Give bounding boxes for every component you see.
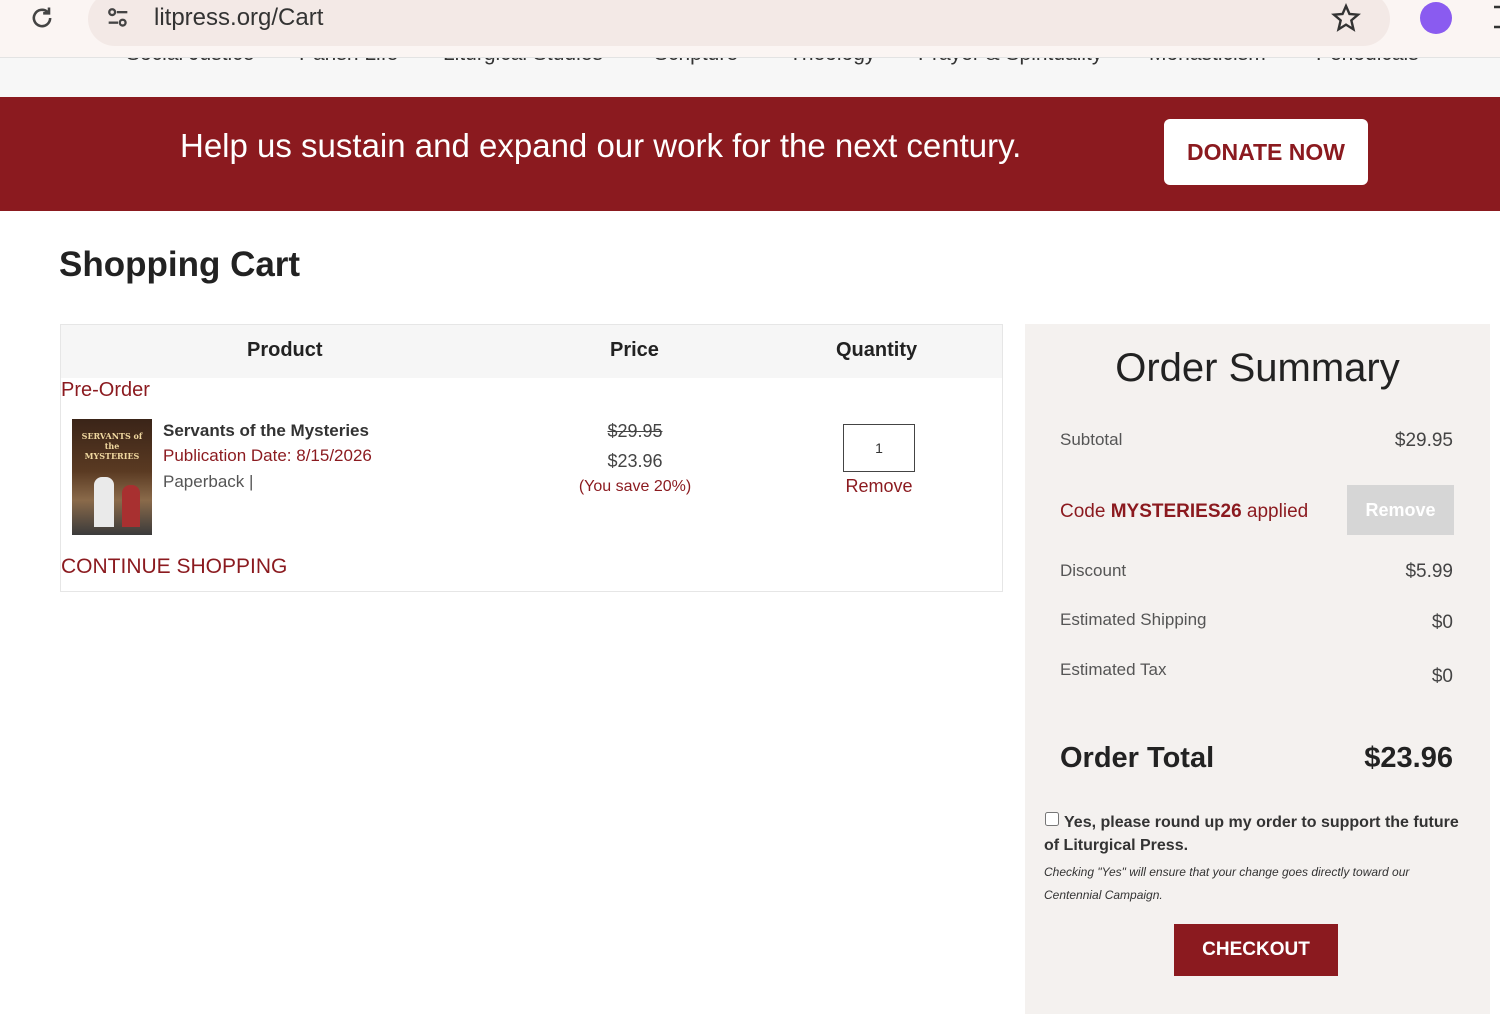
subtotal-value: $29.95	[1394, 430, 1453, 451]
nav-item-social-justice[interactable]: Social Justice	[126, 58, 254, 66]
donate-banner: Help us sustain and expand our work for …	[0, 97, 1500, 211]
order-total-value: $23.96	[1364, 742, 1453, 774]
tax-value: $0	[1431, 666, 1453, 687]
nav-item-theology[interactable]: Theology	[789, 58, 875, 66]
remove-item-link[interactable]: Remove	[817, 476, 941, 497]
quantity-input[interactable]	[843, 424, 915, 472]
category-nav: Social Justice Parish Life Liturgical St…	[0, 57, 1500, 97]
tax-label: Estimated Tax	[1060, 660, 1167, 679]
promo-code-status: Code MYSTERIES26 applied	[1060, 501, 1308, 523]
round-up-note: Checking "Yes" will ensure that your cha…	[1044, 865, 1410, 902]
nav-item-parish-life[interactable]: Parish Life	[299, 58, 398, 66]
extension-icon[interactable]	[1420, 2, 1452, 34]
banner-text: Help us sustain and expand our work for …	[180, 127, 1022, 164]
nav-item-liturgical-studies[interactable]: Liturgical Studies	[443, 58, 603, 66]
nav-item-prayer-spirituality[interactable]: Prayer & Spirituality	[918, 58, 1102, 66]
cart-header-row: Product Price Quantity	[61, 325, 1002, 378]
subtotal-label: Subtotal	[1060, 430, 1123, 449]
shipping-value: $0	[1431, 612, 1453, 633]
column-header-price: Price	[610, 339, 659, 361]
order-total-label: Order Total	[1060, 742, 1215, 774]
preorder-label: Pre-Order	[61, 379, 150, 401]
shipping-label: Estimated Shipping	[1060, 610, 1207, 629]
donate-now-button[interactable]: DONATE NOW	[1164, 119, 1368, 185]
extensions-puzzle-icon[interactable]	[1484, 2, 1500, 32]
tune-icon[interactable]	[104, 4, 132, 32]
nav-item-monasticism[interactable]: Monasticism	[1149, 58, 1266, 66]
column-header-product: Product	[247, 339, 323, 361]
column-header-quantity: Quantity	[836, 339, 918, 361]
continue-shopping-link[interactable]: CONTINUE SHOPPING	[61, 555, 287, 579]
promo-code: MYSTERIES26	[1110, 501, 1242, 522]
promo-code-suffix: applied	[1241, 501, 1309, 522]
discount-label: Discount	[1060, 561, 1127, 580]
discount-value: $5.99	[1405, 561, 1453, 582]
promo-code-prefix: Code	[1060, 501, 1111, 522]
reload-icon[interactable]	[28, 4, 56, 32]
order-summary-title: Order Summary	[1115, 346, 1400, 390]
nav-item-scripture[interactable]: Scripture	[654, 58, 738, 66]
order-summary: Order Summary Subtotal $29.95 Code MYSTE…	[1025, 324, 1490, 1014]
cart-table: Product Price Quantity Pre-Order SERVANT…	[60, 324, 1003, 592]
star-icon[interactable]	[1330, 2, 1362, 34]
browser-toolbar: litpress.org/Cart	[0, 0, 1500, 57]
nav-item-periodicals[interactable]: Periodicals	[1316, 58, 1419, 66]
checkout-button[interactable]: CHECKOUT	[1174, 924, 1338, 976]
remove-promo-button[interactable]: Remove	[1347, 485, 1454, 535]
round-up-label[interactable]: Yes, please round up my order to support…	[1044, 811, 1464, 857]
url-text[interactable]: litpress.org/Cart	[154, 4, 323, 32]
page-title: Shopping Cart	[59, 245, 301, 284]
